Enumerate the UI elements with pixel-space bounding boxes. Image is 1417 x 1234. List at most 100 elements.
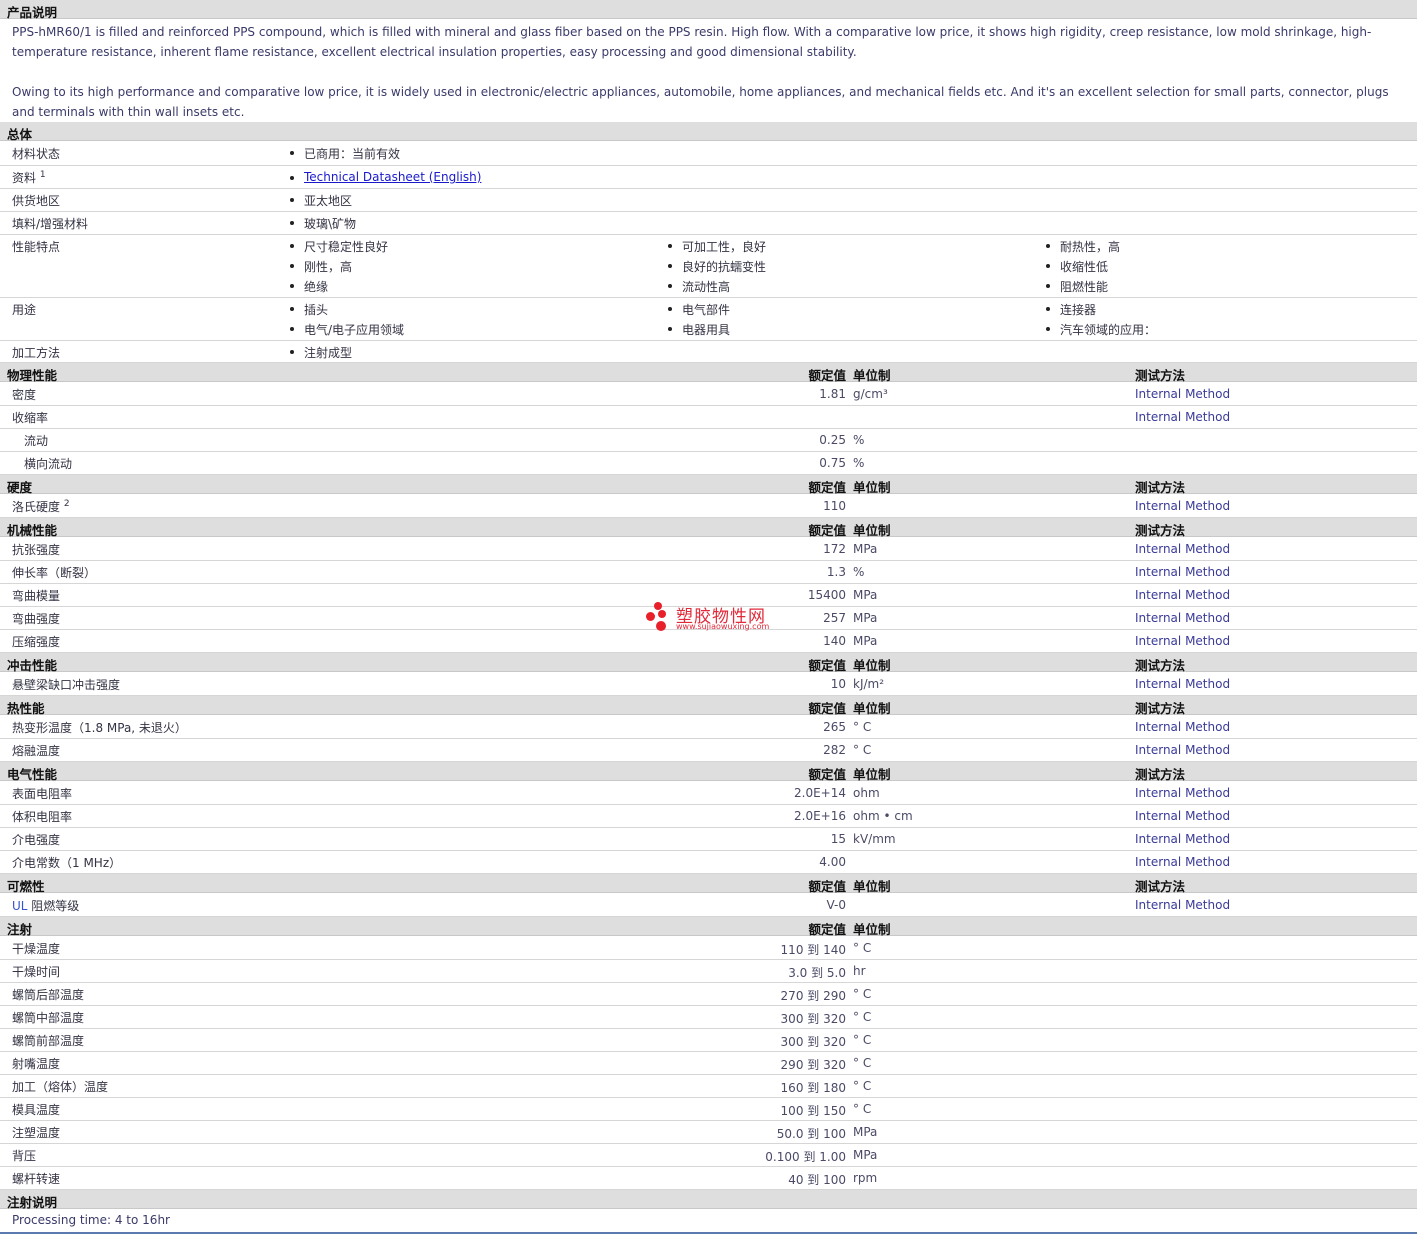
watermark-dot (658, 610, 666, 618)
list-item: 汽车领域的应用： (1045, 323, 1157, 337)
row-value: 0.25 (819, 433, 846, 447)
row-label: 用途 (12, 303, 37, 317)
row-unit: % (853, 456, 865, 470)
watermark-dot (656, 621, 666, 631)
notes-row: Processing time: 4 to 16hr (0, 1210, 1417, 1234)
row-value: 290 到 320 (780, 1058, 846, 1072)
list-item: 流动性高 (667, 280, 731, 294)
table-row: 介电常数（1 MHz） 4.00 Internal Method (0, 851, 1417, 874)
table-row: 抗张强度 172 MPa Internal Method (0, 538, 1417, 561)
row-unit: ° C (853, 1079, 872, 1093)
row-method: Internal Method (1135, 898, 1231, 912)
section-title: 可燃性 (7, 879, 45, 894)
notes-text: Processing time: 4 to 16hr (12, 1213, 170, 1227)
table-row: 加工（熔体）温度 160 到 180 ° C (0, 1075, 1417, 1098)
row-filler: 填料/增强材料 玻璃\矿物 (0, 212, 1417, 235)
column-header-unit: 单位制 (853, 922, 891, 937)
section-header-injection-notes: 注射说明 (0, 1190, 1417, 1210)
row-label: 流动 (24, 434, 49, 448)
row-label: 压缩强度 (12, 635, 61, 649)
section-header-mechanical: 机械性能 额定值 单位制 测试方法 (0, 518, 1417, 538)
row-method: Internal Method (1135, 677, 1231, 691)
row-value: 160 到 180 (780, 1081, 846, 1095)
row-label: 射嘴温度 (12, 1057, 61, 1071)
ul-label: UL (12, 899, 28, 913)
row-unit: MPa (853, 1148, 878, 1162)
row-label: 填料/增强材料 (12, 217, 89, 231)
row-value: 172 (823, 542, 846, 556)
column-header-unit: 单位制 (853, 523, 891, 538)
row-label: 熔融温度 (12, 744, 61, 758)
section-header-physical: 物理性能 额定值 单位制 测试方法 (0, 363, 1417, 383)
row-value: 0.75 (819, 456, 846, 470)
row-label: 抗张强度 (12, 543, 61, 557)
row-supply-region: 供货地区 亚太地区 (0, 189, 1417, 212)
row-label: 模具温度 (12, 1103, 61, 1117)
row-unit: kV/mm (853, 832, 896, 846)
row-unit: ° C (853, 987, 872, 1001)
section-header-flammability: 可燃性 额定值 单位制 测试方法 (0, 874, 1417, 894)
footnote-marker: 2 (63, 499, 70, 509)
table-row: 洛氏硬度 2 110 Internal Method (0, 495, 1417, 518)
row-value: V-0 (826, 898, 846, 912)
row-label: 弯曲模量 (12, 589, 61, 603)
list-item: 玻璃\矿物 (289, 217, 357, 231)
technical-datasheet-link[interactable]: Technical Datasheet (English) (304, 170, 481, 184)
row-label: 资料 1 (12, 170, 46, 185)
row-method: Internal Method (1135, 855, 1231, 869)
row-method: Internal Method (1135, 720, 1231, 734)
column-header-value: 额定值 (808, 701, 846, 716)
row-method: Internal Method (1135, 611, 1231, 625)
description-paragraph-1: PPS-hMR60/1 is filled and reinforced PPS… (12, 25, 1372, 59)
column-header-value: 额定值 (808, 658, 846, 673)
footnote-marker: 1 (39, 170, 46, 180)
row-label: 注塑温度 (12, 1126, 61, 1140)
section-title: 总体 (7, 127, 33, 142)
table-row: 表面电阻率 2.0E+14 ohm Internal Method (0, 782, 1417, 805)
section-title: 产品说明 (7, 5, 58, 20)
row-unit: MPa (853, 542, 878, 556)
row-value: 3.0 到 5.0 (788, 966, 846, 980)
table-row: 流动 0.25 % (0, 429, 1417, 452)
row-method: Internal Method (1135, 542, 1231, 556)
column-header-method: 测试方法 (1135, 701, 1186, 716)
row-unit: ° C (853, 1033, 872, 1047)
row-value: 4.00 (819, 855, 846, 869)
row-label: 背压 (12, 1149, 37, 1163)
list-item: 可加工性，良好 (667, 240, 767, 254)
row-method: Internal Method (1135, 410, 1231, 424)
row-label: 横向流动 (24, 457, 73, 471)
row-label: 干燥时间 (12, 965, 61, 979)
row-value: 15 (830, 832, 846, 846)
column-header-value: 额定值 (808, 922, 846, 937)
column-header-unit: 单位制 (853, 701, 891, 716)
section-title: 硬度 (7, 480, 33, 495)
list-item: 已商用：当前有效 (289, 147, 401, 161)
row-label: 伸长率（断裂） (12, 566, 97, 580)
row-label: 螺筒中部温度 (12, 1011, 85, 1025)
row-features: 性能特点 尺寸稳定性良好 可加工性，良好 耐热性，高 刚性，高 良好的抗蠕变性 … (0, 235, 1417, 298)
column-header-unit: 单位制 (853, 658, 891, 673)
list-item: 耐热性，高 (1045, 240, 1121, 254)
row-label: UL 阻燃等级 (12, 899, 80, 913)
table-row: 干燥温度 110 到 140 ° C (0, 937, 1417, 960)
row-value: 1.81 (819, 387, 846, 401)
row-value: 50.0 到 100 (776, 1127, 846, 1141)
row-value: 110 (823, 499, 846, 513)
column-header-method: 测试方法 (1135, 523, 1186, 538)
list-item: 连接器 (1045, 303, 1097, 317)
column-header-method: 测试方法 (1135, 879, 1186, 894)
table-row: 伸长率（断裂） 1.3 % Internal Method (0, 561, 1417, 584)
row-label: 供货地区 (12, 194, 61, 208)
row-uses: 用途 插头 电气部件 连接器 电气/电子应用领域 电器用具 汽车领域的应用： (0, 298, 1417, 341)
column-header-unit: 单位制 (853, 368, 891, 383)
row-label: 悬壁梁缺口冲击强度 (12, 678, 121, 692)
row-value: 265 (823, 720, 846, 734)
watermark-url: www.sujiaowuxing.com (676, 622, 770, 631)
list-item: 尺寸稳定性良好 (289, 240, 389, 254)
column-header-value: 额定值 (808, 523, 846, 538)
row-label: 性能特点 (12, 240, 61, 254)
row-method: Internal Method (1135, 786, 1231, 800)
column-header-unit: 单位制 (853, 879, 891, 894)
row-value: 300 到 320 (780, 1012, 846, 1026)
